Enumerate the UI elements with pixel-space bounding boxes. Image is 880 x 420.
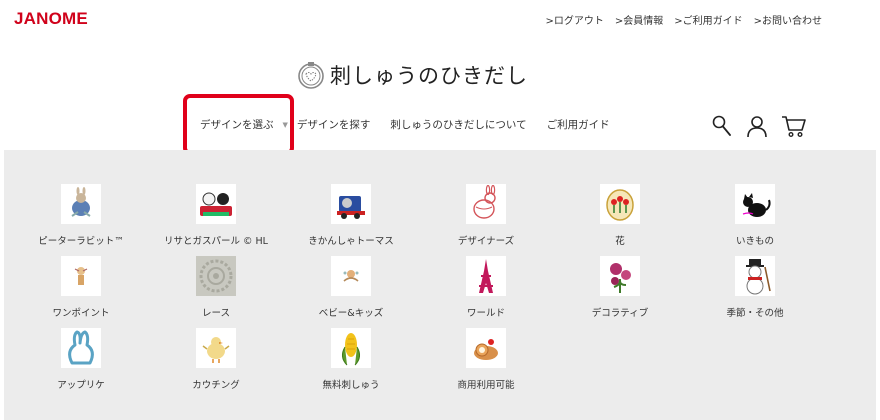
one-point-icon[interactable] [61, 256, 101, 296]
category-panel: ピーターラビット™ リサとガスパール © HL きかんしゃトーマス デザイナーズ… [4, 150, 876, 420]
nav-search-design[interactable]: デザインを探す [297, 117, 371, 132]
category-item[interactable]: ワールド [416, 256, 556, 319]
nav-choose-design[interactable]: デザインを選ぶ [200, 117, 274, 132]
main-nav: デザインを選ぶ ▼ デザインを探す 刺しゅうのひきだしについて ご利用ガイド [200, 117, 610, 132]
category-item[interactable]: 商用利用可能 [416, 328, 556, 391]
cart-icon[interactable] [781, 114, 807, 138]
corn-icon[interactable] [331, 328, 371, 368]
cat-icon[interactable] [735, 184, 775, 224]
category-item[interactable]: リサとガスパール © HL [146, 184, 286, 247]
decorative-rose-icon[interactable] [600, 256, 640, 296]
category-item[interactable]: 花 [550, 184, 690, 247]
baby-kids-icon[interactable] [331, 256, 371, 296]
contact-link[interactable]: >お問い合わせ [754, 12, 822, 27]
category-item[interactable]: アップリケ [11, 328, 151, 391]
lace-icon[interactable] [196, 256, 236, 296]
guide-link[interactable]: >ご利用ガイド [674, 12, 742, 27]
logout-link[interactable]: >ログアウト [545, 12, 603, 27]
embroidery-hoop-icon [298, 62, 324, 89]
roll-cake-icon[interactable] [466, 328, 506, 368]
category-item[interactable]: 季節・その他 [685, 256, 825, 319]
site-logo[interactable]: 刺しゅうのひきだし [296, 60, 528, 90]
member-info-link[interactable]: >会員情報 [615, 12, 663, 27]
flower-icon[interactable] [600, 184, 640, 224]
category-item[interactable]: カウチング [146, 328, 286, 391]
eiffel-tower-icon[interactable] [466, 256, 506, 296]
snowman-icon[interactable] [735, 256, 775, 296]
dropdown-caret-icon[interactable]: ▼ [283, 121, 288, 129]
category-item[interactable]: デコラティブ [550, 256, 690, 319]
designer-rabbits-icon[interactable] [466, 184, 506, 224]
applique-rabbit-icon[interactable] [61, 328, 101, 368]
user-icon[interactable] [745, 114, 769, 138]
category-item[interactable]: デザイナーズ [416, 184, 556, 247]
thomas-train-icon[interactable] [331, 184, 371, 224]
lisa-gaspard-icon[interactable] [196, 184, 236, 224]
nav-guide[interactable]: ご利用ガイド [547, 117, 610, 132]
nav-about[interactable]: 刺しゅうのひきだしについて [390, 117, 526, 132]
top-links: >ログアウト >会員情報 >ご利用ガイド >お問い合わせ [545, 12, 822, 27]
chick-icon[interactable] [196, 328, 236, 368]
category-item[interactable]: レース [146, 256, 286, 319]
category-item[interactable]: きかんしゃトーマス [281, 184, 421, 247]
category-item[interactable]: ベビー&キッズ [281, 256, 421, 319]
peter-rabbit-icon[interactable] [61, 184, 101, 224]
category-item[interactable]: ピーターラビット™ [11, 184, 151, 247]
category-item[interactable]: ワンポイント [11, 256, 151, 319]
header-icons [711, 114, 807, 138]
category-item[interactable]: 無料刺しゅう [281, 328, 421, 391]
site-title: 刺しゅうのひきだし [330, 64, 528, 88]
category-item[interactable]: いきもの [685, 184, 825, 247]
janome-logo[interactable]: JANOME [14, 9, 88, 29]
search-icon[interactable] [711, 114, 733, 138]
